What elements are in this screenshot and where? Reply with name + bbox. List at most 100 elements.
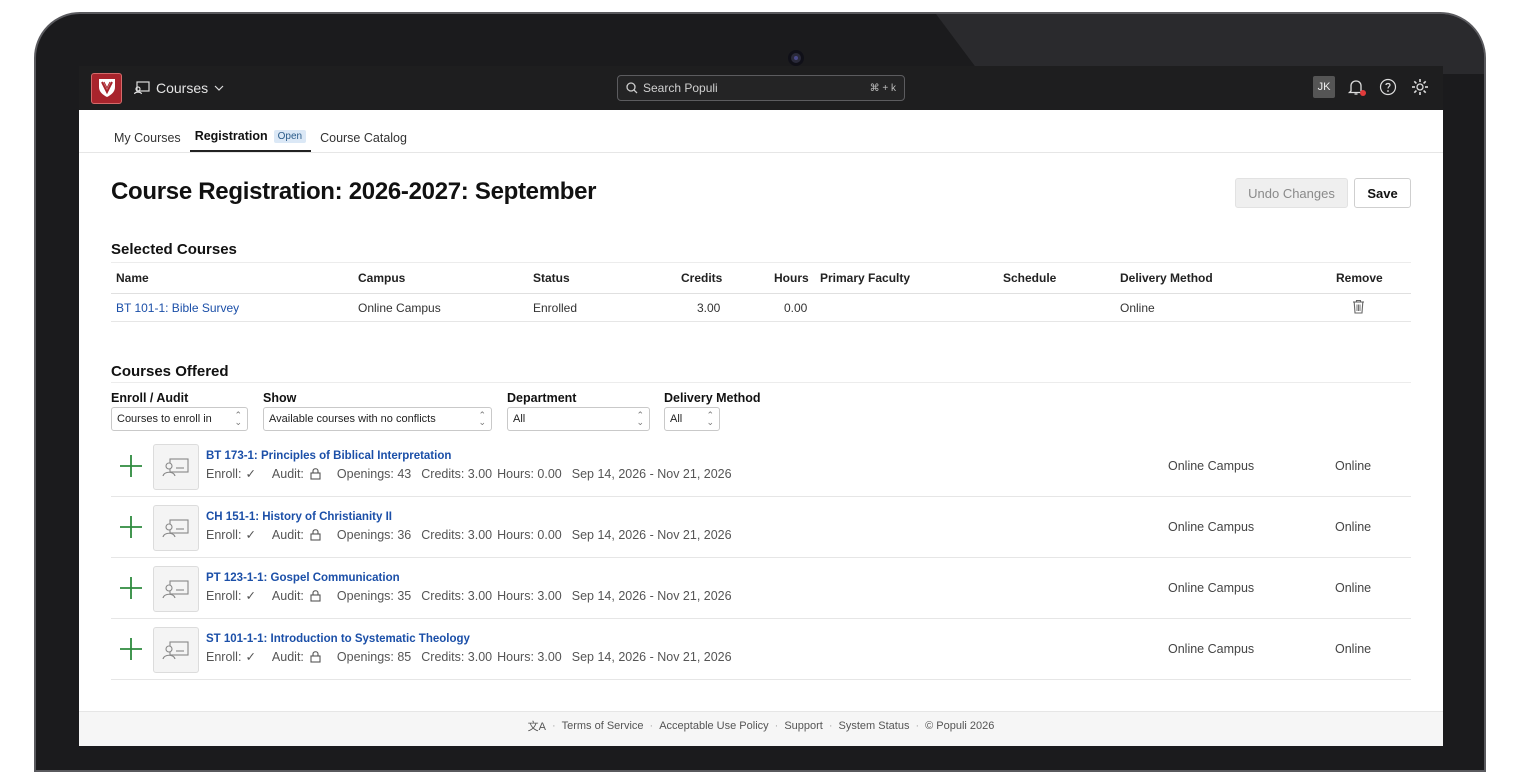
col-hours[interactable]: Hours bbox=[774, 271, 809, 285]
page-title: Course Registration: 2026-2027: Septembe… bbox=[111, 178, 597, 205]
openings: Openings: 85 bbox=[336, 649, 412, 664]
course-delivery: Online bbox=[1335, 642, 1372, 656]
delivery-method-select[interactable]: All ⌃ ⌄ bbox=[664, 407, 720, 431]
user-avatar[interactable]: JK bbox=[1313, 76, 1335, 98]
tab-course-catalog[interactable]: Course Catalog bbox=[315, 131, 412, 152]
check-icon: ✓ bbox=[245, 589, 256, 603]
selected-courses-heading: Selected Courses bbox=[111, 241, 237, 258]
courses-icon bbox=[134, 81, 150, 95]
add-course-button[interactable] bbox=[119, 454, 143, 478]
hours: Hours: 3.00 bbox=[497, 588, 562, 603]
classroom-icon bbox=[162, 458, 189, 477]
show-select[interactable]: Available courses with no conflicts ⌃ ⌄ bbox=[263, 407, 492, 431]
col-remove: Remove bbox=[1336, 271, 1383, 285]
check-icon: ✓ bbox=[245, 467, 256, 481]
chevron-down-icon bbox=[214, 85, 224, 91]
select-arrows-icon: ⌃ ⌄ bbox=[234, 410, 242, 427]
check-icon: ✓ bbox=[245, 650, 256, 664]
undo-changes-button[interactable]: Undo Changes bbox=[1235, 178, 1348, 208]
department-filter: Department All ⌃ ⌄ bbox=[507, 391, 650, 431]
acceptable-use-link[interactable]: Acceptable Use Policy bbox=[659, 720, 768, 732]
courses-offered-list: BT 173-1: Principles of Biblical Interpr… bbox=[111, 436, 1411, 680]
help-button[interactable] bbox=[1377, 76, 1399, 98]
search-placeholder: Search Populi bbox=[643, 81, 718, 95]
course-filters: Enroll / Audit Courses to enroll in ⌃ ⌄ S… bbox=[111, 382, 1411, 431]
enroll-label: Enroll: bbox=[206, 649, 242, 664]
filter-label: Department bbox=[507, 391, 577, 405]
enroll-label: Enroll: bbox=[206, 588, 242, 603]
save-button[interactable]: Save bbox=[1354, 178, 1411, 208]
delivery-method-filter: Delivery Method All ⌃ ⌄ bbox=[664, 391, 761, 431]
audit-label: Audit: bbox=[271, 649, 304, 664]
language-icon[interactable]: 文A bbox=[528, 718, 546, 734]
credits: Credits: 3.00 bbox=[421, 649, 493, 664]
course-meta: Enroll: ✓ Audit: Openings: 43 Credits: 3… bbox=[206, 466, 736, 482]
add-course-button[interactable] bbox=[119, 515, 143, 539]
search-icon bbox=[626, 82, 638, 94]
table-header: Name Campus Status Credits Hours Primary… bbox=[111, 262, 1411, 294]
gear-icon bbox=[1412, 79, 1428, 95]
lock-icon bbox=[310, 468, 321, 480]
credits: Credits: 3.00 bbox=[421, 588, 493, 603]
delivery-cell: Online bbox=[1120, 300, 1155, 315]
notification-dot bbox=[1360, 90, 1366, 96]
notifications-button[interactable] bbox=[1345, 76, 1367, 98]
course-title-link[interactable]: CH 151-1: History of Christianity II bbox=[206, 511, 392, 523]
tab-label: Course Catalog bbox=[320, 131, 407, 145]
course-title-link[interactable]: BT 173-1: Principles of Biblical Interpr… bbox=[206, 450, 451, 462]
app-screen: Courses Search Populi ⌘ + k JK My Course… bbox=[79, 66, 1443, 746]
tab-label: Registration bbox=[194, 129, 268, 143]
list-item: ST 101-1-1: Introduction to Systematic T… bbox=[111, 619, 1411, 680]
course-title-link[interactable]: PT 123-1-1: Gospel Communication bbox=[206, 572, 400, 584]
col-credits[interactable]: Credits bbox=[681, 271, 722, 285]
col-campus[interactable]: Campus bbox=[358, 271, 405, 285]
tab-label: My Courses bbox=[114, 131, 181, 145]
enroll-audit-select[interactable]: Courses to enroll in ⌃ ⌄ bbox=[111, 407, 248, 431]
header-tools: JK bbox=[1313, 76, 1431, 98]
course-title-link[interactable]: ST 101-1-1: Introduction to Systematic T… bbox=[206, 633, 470, 645]
enroll-label: Enroll: bbox=[206, 527, 242, 542]
department-select[interactable]: All ⌃ ⌄ bbox=[507, 407, 650, 431]
populi-logo[interactable] bbox=[91, 72, 122, 104]
search-shortcut: ⌘ + k bbox=[869, 82, 896, 94]
system-status-link[interactable]: System Status bbox=[839, 720, 910, 732]
help-icon bbox=[1379, 78, 1397, 96]
col-primary-faculty[interactable]: Primary Faculty bbox=[820, 271, 910, 285]
check-icon: ✓ bbox=[245, 528, 256, 542]
settings-button[interactable] bbox=[1409, 76, 1431, 98]
top-navigation-bar: Courses Search Populi ⌘ + k JK bbox=[79, 66, 1443, 110]
filter-label: Delivery Method bbox=[664, 391, 761, 405]
selected-courses-table: Name Campus Status Credits Hours Primary… bbox=[111, 262, 1411, 322]
course-campus: Online Campus bbox=[1168, 520, 1255, 534]
col-schedule[interactable]: Schedule bbox=[1003, 271, 1056, 285]
hours: Hours: 3.00 bbox=[497, 649, 562, 664]
status-badge: Open bbox=[273, 129, 307, 143]
classroom-icon bbox=[162, 641, 189, 660]
col-delivery-method[interactable]: Delivery Method bbox=[1120, 271, 1213, 285]
select-value: Available courses with no conflicts bbox=[269, 413, 436, 425]
tab-registration[interactable]: Registration Open bbox=[189, 129, 312, 152]
credits: Credits: 3.00 bbox=[421, 466, 493, 481]
remove-button[interactable] bbox=[1352, 299, 1365, 317]
select-value: All bbox=[670, 413, 683, 425]
trash-icon bbox=[1353, 299, 1364, 314]
select-arrows-icon: ⌃ ⌄ bbox=[636, 410, 644, 427]
search-input[interactable]: Search Populi ⌘ + k bbox=[617, 75, 905, 101]
show-filter: Show Available courses with no conflicts… bbox=[263, 391, 492, 431]
tab-my-courses[interactable]: My Courses bbox=[109, 131, 186, 152]
date-range: Sep 14, 2026 - Nov 21, 2026 bbox=[571, 649, 732, 664]
col-name[interactable]: Name bbox=[116, 271, 149, 285]
support-link[interactable]: Support bbox=[784, 720, 823, 732]
add-course-button[interactable] bbox=[119, 637, 143, 661]
col-status[interactable]: Status bbox=[533, 271, 570, 285]
terms-link[interactable]: Terms of Service bbox=[562, 720, 644, 732]
course-link[interactable]: BT 101-1: Bible Survey bbox=[116, 301, 239, 315]
hours-cell: 0.00 bbox=[784, 300, 808, 315]
enroll-audit-filter: Enroll / Audit Courses to enroll in ⌃ ⌄ bbox=[111, 391, 248, 431]
add-course-button[interactable] bbox=[119, 576, 143, 600]
lock-icon bbox=[310, 590, 321, 602]
filter-label: Enroll / Audit bbox=[111, 391, 189, 405]
bezel-reflection bbox=[936, 14, 1484, 74]
app-switcher[interactable]: Courses bbox=[134, 80, 224, 96]
course-delivery: Online bbox=[1335, 520, 1372, 534]
